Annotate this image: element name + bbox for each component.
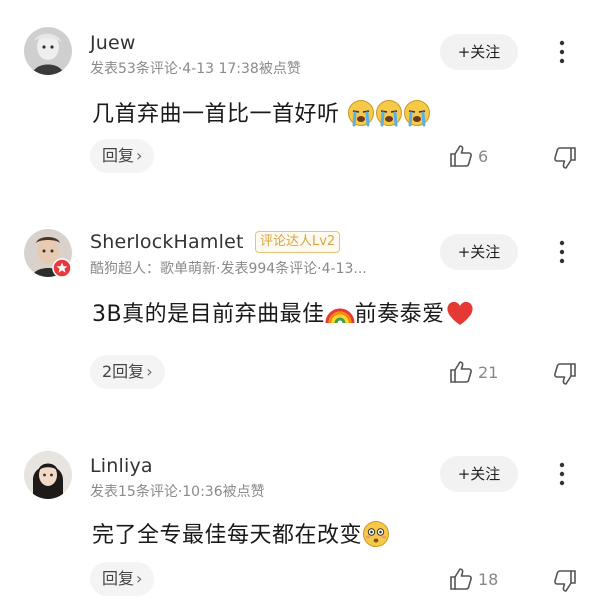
reply-label: 回复 (102, 146, 135, 165)
follow-button[interactable]: +关注 (440, 456, 518, 492)
reply-button[interactable]: 2回复 › (90, 355, 165, 389)
username[interactable]: Juew (90, 32, 136, 54)
rainbow-emoji (325, 308, 355, 324)
chevron-right-icon: › (136, 146, 143, 165)
comment-text: 3B真的是目前弃曲最佳 前奏泰爱 (92, 296, 475, 328)
comment-text-part1: 3B真的是目前弃曲最佳 (92, 302, 325, 327)
like-count: 21 (478, 363, 499, 382)
emoji-group (340, 100, 432, 127)
like-count: 6 (478, 147, 489, 166)
comment-text-body: 几首弃曲一首比一首好听 (92, 102, 340, 127)
follow-button[interactable]: +关注 (440, 34, 518, 70)
reply-button[interactable]: 回复 › (90, 139, 155, 173)
level-badge: 评论达人Lv2 (255, 231, 341, 253)
thumbs-up-icon[interactable] (448, 143, 474, 169)
reply-button[interactable]: 回复 › (90, 562, 155, 596)
more-vertical-icon[interactable] (552, 238, 572, 266)
follow-button[interactable]: +关注 (440, 234, 518, 270)
thumbs-up-icon[interactable] (448, 359, 474, 385)
reply-label: 回复 (102, 569, 135, 588)
thumbs-down-icon[interactable] (552, 568, 578, 594)
avatar[interactable] (24, 451, 72, 499)
cry-emoji (348, 100, 375, 127)
comment-item: Linliya 发表15条评论·10:36被点赞 +关注 完了全专最佳每天都在改… (0, 415, 600, 616)
thumbs-down-icon[interactable] (552, 145, 578, 171)
comment-meta: 发表15条评论·10:36被点赞 (90, 484, 265, 500)
like-count: 18 (478, 570, 499, 589)
chevron-right-icon: › (146, 362, 153, 381)
comment-text: 完了全专最佳每天都在改变 (92, 517, 390, 549)
reply-label: 2回复 (102, 362, 145, 381)
more-vertical-icon[interactable] (552, 38, 572, 66)
verified-badge-icon (52, 258, 72, 278)
comment-text: 几首弃曲一首比一首好听 (92, 96, 431, 128)
thumbs-up-icon[interactable] (448, 566, 474, 592)
cry-emoji (376, 100, 403, 127)
avatar[interactable] (24, 27, 72, 75)
comment-text-body: 完了全专最佳每天都在改变 (92, 523, 363, 548)
comment-meta: 发表53条评论·4-13 17:38被点赞 (90, 61, 301, 77)
flushed-emoji (363, 521, 390, 547)
cry-emoji (404, 100, 431, 127)
comment-item: SherlockHamlet 评论达人Lv2 酷狗超人：歌单萌新·发表994条评… (0, 200, 600, 415)
red-heart-emoji (447, 301, 473, 325)
username[interactable]: SherlockHamlet (90, 231, 244, 253)
username[interactable]: Linliya (90, 455, 153, 477)
thumbs-down-icon[interactable] (552, 361, 578, 387)
comment-text-part2: 前奏泰爱 (354, 302, 445, 327)
chevron-right-icon: › (136, 569, 143, 588)
comment-meta: 酷狗超人：歌单萌新·发表994条评论·4-13... (90, 261, 367, 277)
more-vertical-icon[interactable] (552, 460, 572, 488)
comment-item: Juew 发表53条评论·4-13 17:38被点赞 +关注 几首弃曲一首比一首… (0, 0, 600, 200)
